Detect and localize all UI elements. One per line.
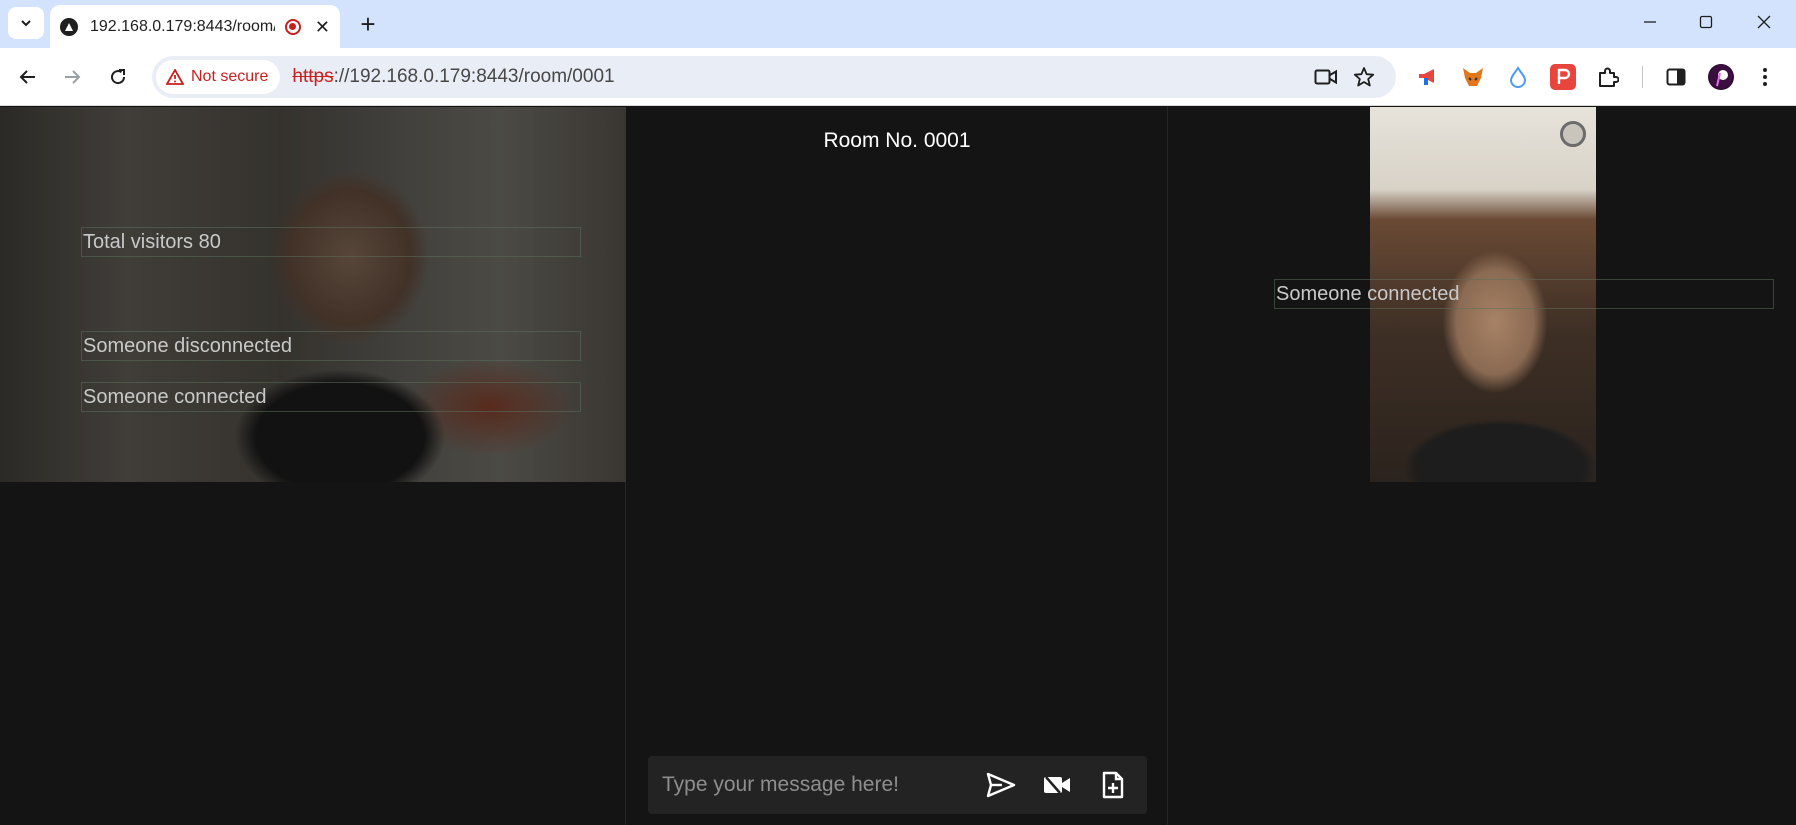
tab-bar: 192.168.0.179:8443/room/0001 ✕ + [0, 0, 1796, 48]
close-icon [1757, 15, 1771, 29]
tab-title: 192.168.0.179:8443/room/0001 [90, 17, 275, 35]
notice-remote-someone-connected: Someone connected [1274, 279, 1774, 309]
profile-button[interactable] [1708, 64, 1734, 90]
send-icon [986, 772, 1016, 798]
camera-in-use-button[interactable] [1314, 65, 1338, 89]
video-call-button[interactable] [1035, 763, 1079, 807]
room-title: Room No. 0001 [823, 129, 971, 152]
notice-total-visitors: Total visitors 80 [81, 227, 581, 257]
video-camera-off-icon [1044, 776, 1070, 794]
browser-tab[interactable]: 192.168.0.179:8443/room/0001 ✕ [50, 5, 340, 48]
remote-panel: Someone connected [1168, 107, 1796, 825]
notice-someone-connected: Someone connected [81, 382, 581, 412]
p-badge-icon [1557, 68, 1571, 84]
chevron-down-icon [21, 20, 31, 27]
recording-indicator-icon [284, 18, 301, 35]
puzzle-piece-icon [1599, 67, 1619, 87]
file-add-icon [1102, 771, 1124, 799]
browser-menu-button[interactable] [1752, 64, 1778, 90]
arrow-right-icon [65, 70, 81, 84]
close-window-button[interactable] [1738, 0, 1790, 44]
maximize-button[interactable] [1680, 0, 1732, 44]
side-panel-icon [1666, 68, 1686, 86]
extension-p-button[interactable] [1550, 64, 1576, 90]
browser-toolbar: Not secure https://192.168.0.179:8443/ro… [0, 48, 1796, 106]
water-drop-icon [1509, 66, 1527, 88]
maximize-icon [1699, 15, 1713, 29]
url-scheme: https [292, 66, 334, 87]
extension-drop-button[interactable] [1505, 64, 1531, 90]
more-vertical-icon [1763, 68, 1767, 86]
extension-fox-button[interactable] [1460, 64, 1486, 90]
ceiling-fixture [1560, 121, 1586, 147]
star-icon [1353, 67, 1375, 87]
site-favicon-icon [60, 17, 78, 36]
local-video [0, 107, 626, 482]
arrow-left-icon [19, 70, 35, 84]
forward-button[interactable] [56, 61, 88, 93]
local-panel: Total visitors 80 Someone disconnected S… [0, 107, 626, 825]
back-button[interactable] [12, 61, 44, 93]
reload-button[interactable] [102, 61, 134, 93]
url-path: ://192.168.0.179:8443/room/0001 [333, 66, 615, 87]
bookmark-button[interactable] [1352, 65, 1376, 89]
video-camera-icon [1314, 69, 1337, 85]
tab-close-icon[interactable]: ✕ [315, 18, 330, 36]
tab-search-button[interactable] [8, 7, 44, 39]
message-input[interactable] [648, 756, 979, 814]
side-panel-button[interactable] [1663, 64, 1689, 90]
site-info-chip[interactable]: Not secure [156, 60, 281, 94]
room-page: Total visitors 80 Someone disconnected S… [0, 107, 1796, 825]
attach-file-button[interactable] [1091, 763, 1135, 807]
extensions-button[interactable] [1595, 64, 1621, 90]
minimize-icon [1644, 21, 1656, 23]
security-label: Not secure [191, 68, 269, 85]
reload-icon [111, 69, 126, 85]
avatar-icon [1709, 65, 1733, 89]
toolbar-separator [1642, 66, 1643, 88]
notice-someone-disconnected: Someone disconnected [81, 331, 581, 361]
new-tab-button[interactable]: + [352, 8, 384, 40]
url-text[interactable]: https://192.168.0.179:8443/room/0001 [292, 66, 614, 88]
send-button[interactable] [979, 763, 1023, 807]
fox-icon [1463, 68, 1483, 86]
chat-panel: Room No. 0001 [626, 107, 1168, 825]
message-composer [648, 756, 1147, 814]
minimize-button[interactable] [1624, 0, 1676, 44]
address-bar[interactable]: Not secure https://192.168.0.179:8443/ro… [152, 56, 1396, 98]
warning-triangle-icon [166, 69, 184, 85]
megaphone-icon [1419, 69, 1434, 85]
extension-megaphone-button[interactable] [1415, 64, 1441, 90]
